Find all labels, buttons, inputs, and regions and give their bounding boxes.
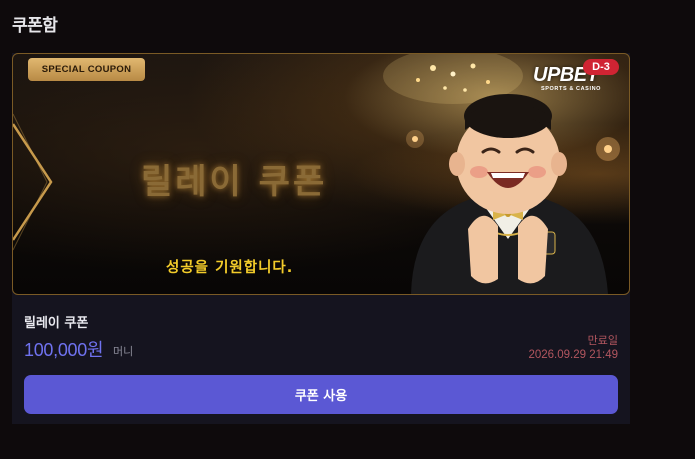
expiry-label: 만료일: [587, 334, 618, 347]
coupon-unit: 머니: [113, 345, 134, 358]
banner-subtitle: 성공을 기원합니다.: [166, 260, 294, 276]
coupon-name: 릴레이 쿠폰: [24, 316, 89, 331]
dday-badge: D-3: [583, 59, 619, 75]
special-coupon-tag: SPECIAL COUPON: [28, 58, 145, 81]
mascot-illustration: [411, 94, 608, 294]
expiry-date: 2026.09.29 21:49: [528, 349, 618, 361]
banner-title: 릴레이 쿠폰: [141, 162, 328, 202]
page-title: 쿠폰함: [12, 16, 58, 36]
brand-tagline: SPORTS & CASINO: [541, 86, 602, 92]
coupon-amount: 100,000원: [24, 340, 104, 360]
coupon-banner: SPECIAL COUPON UPBET SPORTS & CASINO D-3…: [12, 53, 630, 295]
coupon-card: SPECIAL COUPON UPBET SPORTS & CASINO D-3…: [12, 53, 630, 424]
use-coupon-button[interactable]: 쿠폰 사용: [24, 375, 618, 414]
chevron-right-icon: [13, 113, 53, 251]
